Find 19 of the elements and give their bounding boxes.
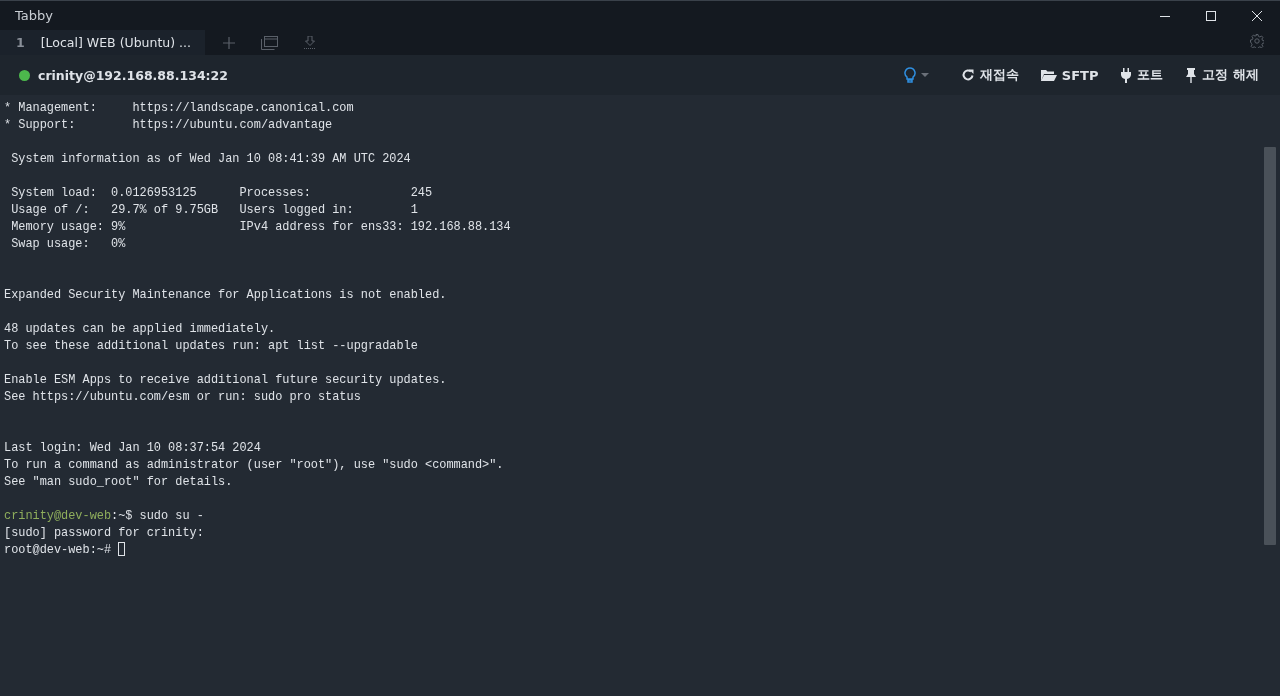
unpin-button[interactable]: 고정 해제	[1182, 62, 1262, 88]
terminal-tab[interactable]: 1 [Local] WEB (Ubuntu) ...	[0, 30, 206, 55]
lightbulb-icon	[903, 67, 916, 83]
download-icon[interactable]	[304, 36, 317, 49]
pin-icon	[1185, 67, 1198, 83]
connection-label: crinity@192.168.88.134:22	[38, 67, 228, 83]
reload-icon	[960, 68, 975, 82]
folder-icon	[1040, 68, 1057, 82]
windows-icon[interactable]	[261, 35, 279, 50]
settings-icon[interactable]	[1250, 34, 1264, 48]
plug-icon	[1120, 67, 1133, 83]
caret-icon	[920, 73, 929, 77]
plus-icon[interactable]	[223, 36, 236, 49]
ports-button[interactable]: 포트	[1117, 62, 1167, 88]
window-title: Tabby	[15, 8, 53, 23]
scrollbar-thumb[interactable]	[1264, 147, 1276, 545]
reconnect-button[interactable]: 재접속	[957, 62, 1022, 88]
terminal-output: * Management: https://landscape.canonical.com * Support: https://ubuntu.com/advantage System information as of Wed Jan 10 08:41:39 AM UTC 2024 System load: 0.0126953125 Processes: 245 Usage of /: 29.7% of 9.75GB Users logged in: 1 Memory usage: 9% IPv4 address for ens33: 192.168.88.134 Swap usage: 0% Expanded Security Maintenance for Applications is not enabled. 48 updates can be applied immediately. To see these additional updates run: apt list --upgradable Enable ESM Apps to receive additional future security updates. See https://ubuntu.com/esm or run: sudo pro status Last login: Wed Jan 10 08:37:54 2024 To run a command as administrator (user "root"), use "sudo <command>". See "man sudo_root" for details. crinity@dev-web:~$ sudo su - [sudo] password for crinity: root@dev-web:~#	[3, 100, 512, 559]
sftp-button[interactable]: SFTP	[1037, 63, 1102, 87]
